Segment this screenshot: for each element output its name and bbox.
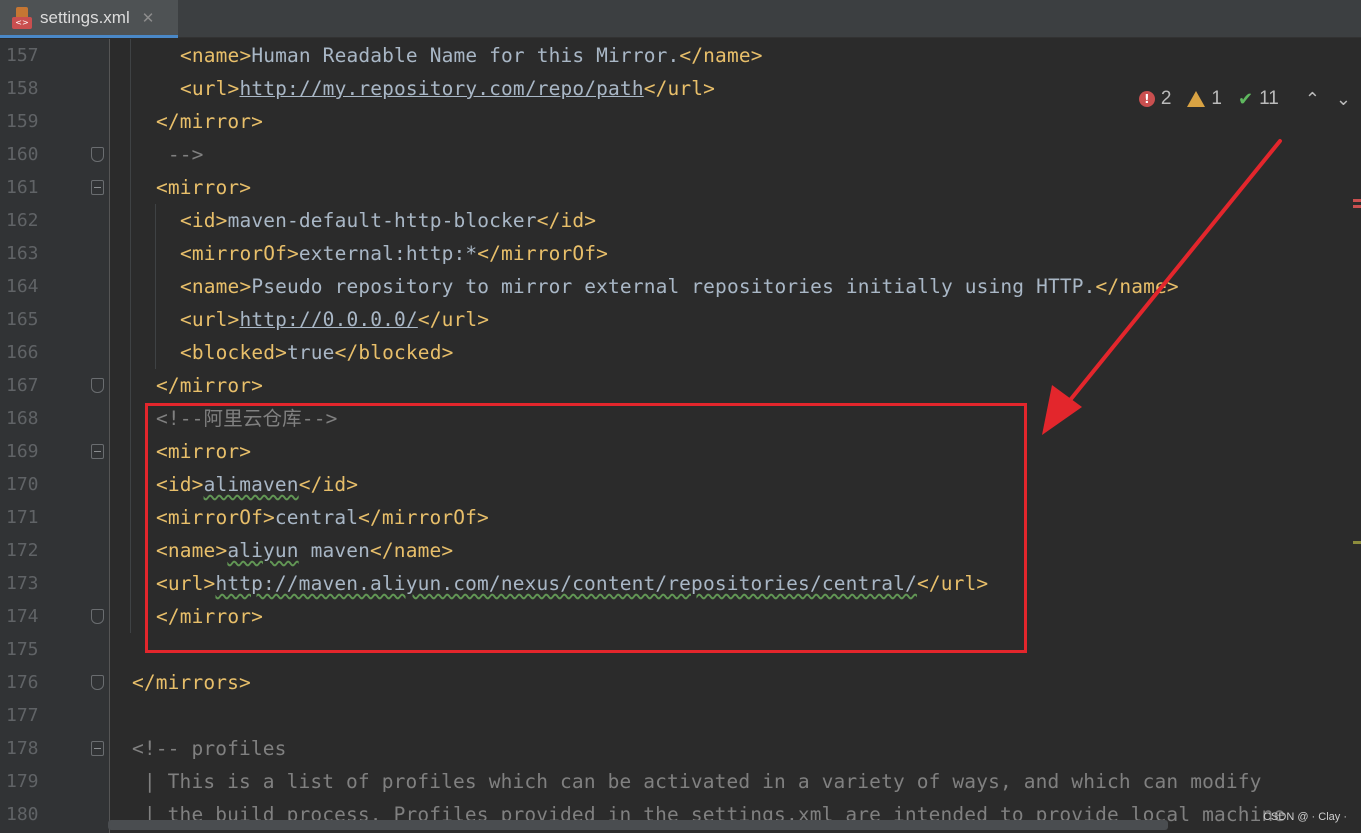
xml-tag: </mirrorOf> xyxy=(477,242,609,265)
line-number: 171 xyxy=(6,507,39,528)
xml-tag: <blocked> xyxy=(180,341,288,364)
warning-stripe-marker[interactable] xyxy=(1353,541,1361,544)
line-number: 168 xyxy=(6,408,39,429)
fold-end-icon[interactable] xyxy=(91,609,104,624)
xml-tag: <name> xyxy=(180,275,252,298)
code-text: <!-- profiles xyxy=(132,732,287,765)
line-number: 163 xyxy=(6,243,39,264)
xml-comment: | This is a list of profiles which can b… xyxy=(132,770,1262,793)
xml-tag: </url> xyxy=(417,308,490,331)
line-number: 158 xyxy=(6,78,39,99)
fold-end-icon[interactable] xyxy=(91,378,104,393)
code-text: <name>Human Readable Name for this Mirro… xyxy=(180,39,763,72)
line-number: 170 xyxy=(6,474,39,495)
xml-text: maven-default-http-blocker xyxy=(227,209,537,232)
code-line[interactable]: 179 | This is a list of profiles which c… xyxy=(0,765,1350,798)
code-text: <mirror> xyxy=(156,171,251,204)
fold-collapse-icon[interactable] xyxy=(91,444,104,459)
line-number: 157 xyxy=(6,45,39,66)
code-line[interactable]: 157 <name>Human Readable Name for this Mi… xyxy=(0,39,1350,72)
code-text: <url>http://my.repository.com/repo/path<… xyxy=(180,72,715,105)
line-number: 178 xyxy=(6,738,39,759)
line-number: 180 xyxy=(6,804,39,825)
warning-icon xyxy=(1187,91,1206,107)
error-stripe-marker[interactable] xyxy=(1353,205,1361,208)
typo-count: 11 xyxy=(1259,88,1279,109)
xml-text: external:http:* xyxy=(298,242,478,265)
code-text: | This is a list of profiles which can b… xyxy=(132,765,1262,798)
xml-comment: <!-- profiles xyxy=(132,737,287,760)
line-number: 172 xyxy=(6,540,39,561)
line-number: 177 xyxy=(6,705,39,726)
xml-tag: </mirror> xyxy=(156,110,264,133)
code-text: </mirror> xyxy=(156,105,263,138)
code-text: <mirrorOf>external:http:*</mirrorOf> xyxy=(180,237,608,270)
xml-tag: <id> xyxy=(180,209,228,232)
xml-text: http://0.0.0.0/ xyxy=(239,308,418,331)
error-count: 2 xyxy=(1160,88,1172,109)
line-number: 179 xyxy=(6,771,39,792)
line-number: 173 xyxy=(6,573,39,594)
inspection-widget[interactable]: ! 2 1 ✔ 11 ⌃ ⌄ xyxy=(1138,86,1361,112)
error-icon: ! xyxy=(1138,91,1155,107)
xml-tag: <mirror> xyxy=(156,176,252,199)
code-text: <name>Pseudo repository to mirror extern… xyxy=(180,270,1179,303)
line-number: 167 xyxy=(6,375,39,396)
xml-text: Pseudo repository to mirror external rep… xyxy=(251,275,1096,298)
fold-collapse-icon[interactable] xyxy=(91,180,104,195)
error-stripe-marker[interactable] xyxy=(1353,199,1361,202)
code-text: </mirror> xyxy=(156,369,263,402)
line-number: 176 xyxy=(6,672,39,693)
line-number: 159 xyxy=(6,111,39,132)
xml-text: Human Readable Name for this Mirror. xyxy=(251,44,680,67)
typo-check-icon: ✔ xyxy=(1237,88,1254,110)
xml-tag: </url> xyxy=(643,77,716,100)
line-number: 161 xyxy=(6,177,39,198)
line-number: 174 xyxy=(6,606,39,627)
code-editor[interactable]: 157 <name>Human Readable Name for this Mi… xyxy=(0,39,1361,833)
line-number: 165 xyxy=(6,309,39,330)
xml-tag: <name> xyxy=(180,44,252,67)
close-icon[interactable]: ✕ xyxy=(142,9,155,27)
line-number: 162 xyxy=(6,210,39,231)
xml-tag: </id> xyxy=(536,209,597,232)
code-line[interactable]: 176 </mirrors> xyxy=(0,666,1350,699)
line-number: 169 xyxy=(6,441,39,462)
xml-tag: </name> xyxy=(679,44,763,67)
annotation-highlight-box xyxy=(145,403,1027,653)
horizontal-scrollbar[interactable] xyxy=(108,820,1168,830)
code-text: <id>maven-default-http-blocker</id> xyxy=(180,204,596,237)
watermark: CSDN @ · Clay · xyxy=(1263,811,1347,823)
xml-tag: </mirrors> xyxy=(132,671,251,694)
fold-end-icon[interactable] xyxy=(91,675,104,690)
line-number: 175 xyxy=(6,639,39,660)
fold-end-icon[interactable] xyxy=(91,147,104,162)
tab-settings-xml[interactable]: <> settings.xml ✕ xyxy=(0,0,178,38)
line-number: 166 xyxy=(6,342,39,363)
annotation-arrow xyxy=(1042,139,1282,435)
xml-tag: <url> xyxy=(180,77,240,100)
line-number: 160 xyxy=(6,144,39,165)
xml-tag: <url> xyxy=(180,308,240,331)
line-number: 164 xyxy=(6,276,39,297)
code-text: </mirrors> xyxy=(132,666,251,699)
code-text: <blocked>true</blocked> xyxy=(180,336,453,369)
warning-count: 1 xyxy=(1211,88,1222,109)
tab-label: settings.xml xyxy=(40,7,130,27)
code-text: <url>http://0.0.0.0/</url> xyxy=(180,303,489,336)
xml-tag: </blocked> xyxy=(334,341,454,364)
next-highlight-button[interactable]: ⌄ xyxy=(1336,89,1351,110)
code-line[interactable]: 178 <!-- profiles xyxy=(0,732,1350,765)
previous-highlight-button[interactable]: ⌃ xyxy=(1305,89,1320,110)
fold-collapse-icon[interactable] xyxy=(91,741,104,756)
code-text: --> xyxy=(156,138,204,171)
xml-comment: --> xyxy=(156,143,204,166)
editor-tab-bar: <> settings.xml ✕ xyxy=(0,0,1361,38)
xml-tag: <mirrorOf> xyxy=(180,242,299,265)
xml-text: true xyxy=(287,341,335,364)
xml-text: http://my.repository.com/repo/path xyxy=(239,77,644,100)
code-line[interactable]: 177 xyxy=(0,699,1350,732)
xml-tag: </mirror> xyxy=(156,374,264,397)
xml-file-icon: <> xyxy=(12,6,32,29)
